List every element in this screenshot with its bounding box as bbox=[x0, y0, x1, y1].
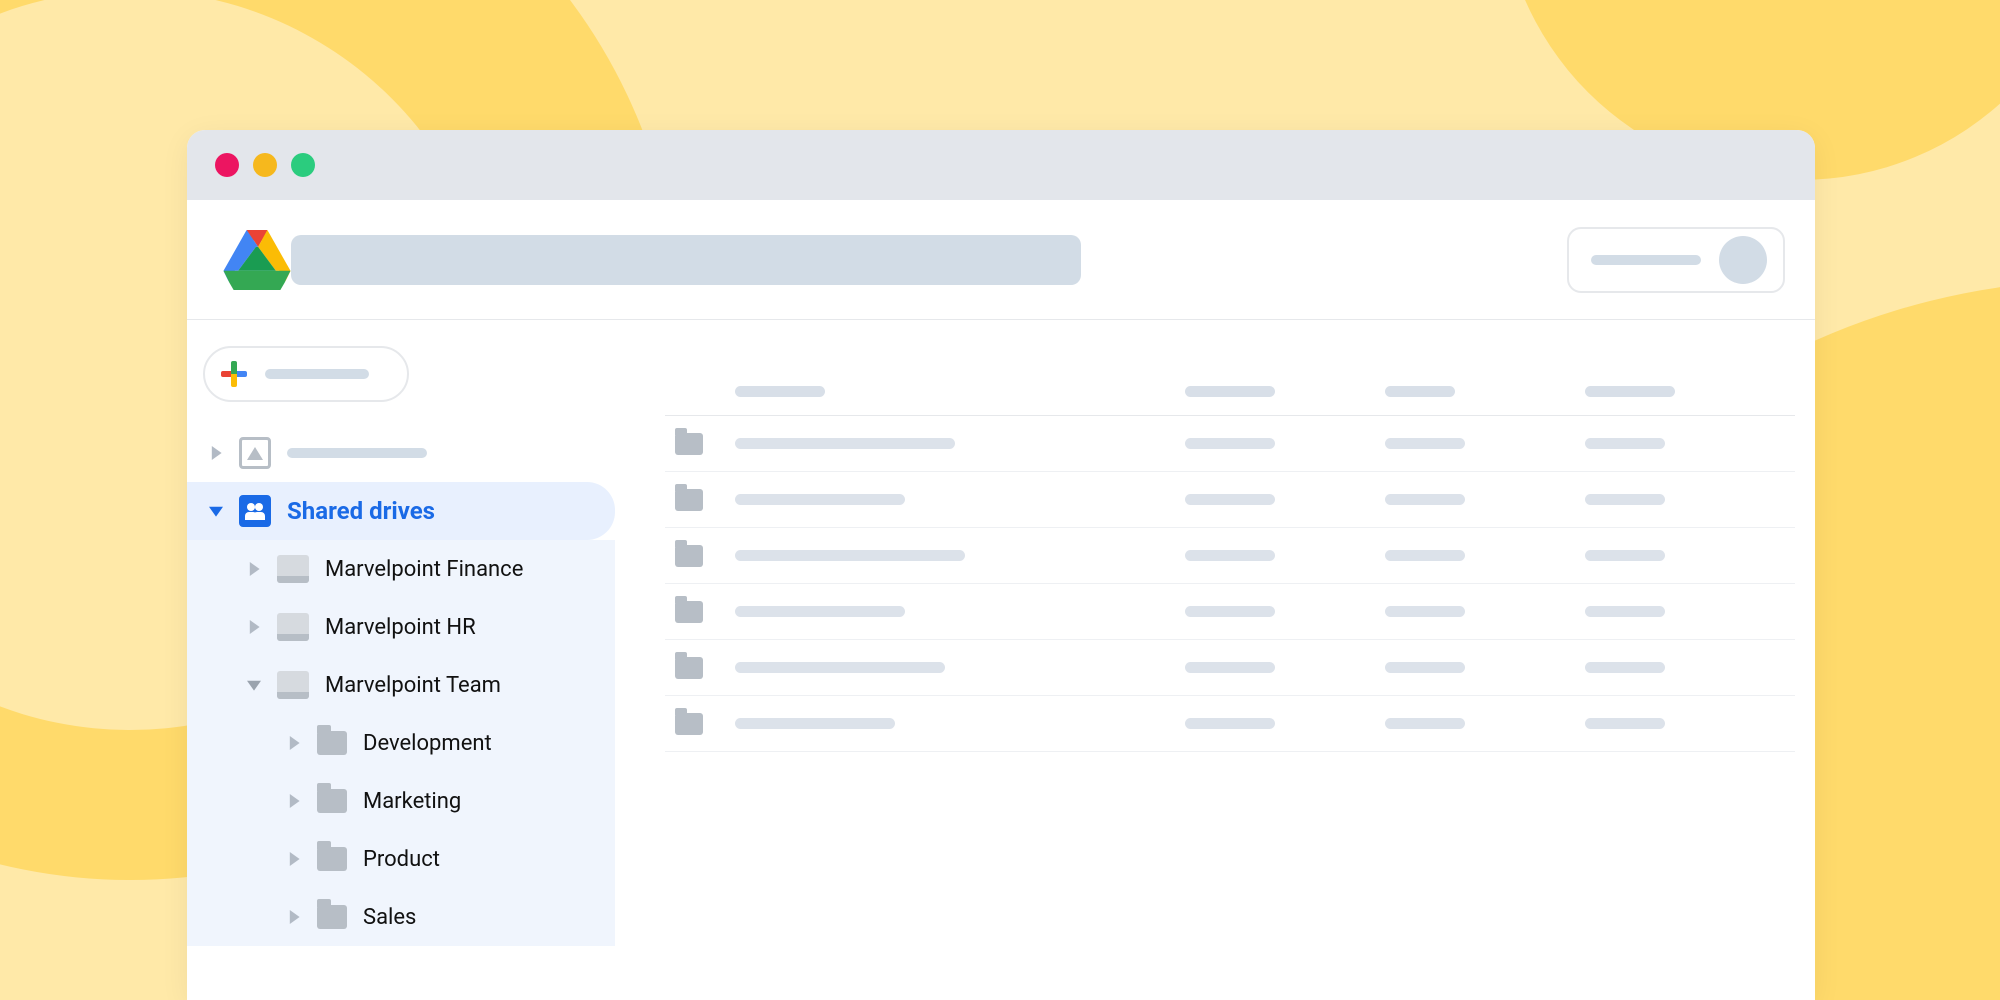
table-row[interactable] bbox=[665, 472, 1795, 528]
sidebar-item-label: Sales bbox=[363, 905, 416, 930]
app-header bbox=[187, 200, 1815, 320]
table-row[interactable] bbox=[665, 416, 1795, 472]
cell-placeholder bbox=[1385, 494, 1465, 505]
cell-placeholder bbox=[735, 606, 905, 617]
folder-icon bbox=[317, 731, 347, 755]
folder-icon bbox=[675, 713, 703, 735]
cell-placeholder bbox=[1585, 718, 1665, 729]
new-button[interactable] bbox=[203, 346, 409, 402]
table-row[interactable] bbox=[665, 696, 1795, 752]
table-header bbox=[665, 368, 1795, 416]
folder-icon bbox=[675, 601, 703, 623]
shared-drive-icon bbox=[277, 671, 309, 699]
sidebar-item-label: Shared drives bbox=[287, 497, 435, 525]
sidebar-item-label: Marvelpoint HR bbox=[325, 615, 476, 640]
sidebar-item-mydrive[interactable] bbox=[187, 424, 615, 482]
shared-drive-icon bbox=[277, 555, 309, 583]
shared-drives-children: Marvelpoint Finance Marvelpoint HR bbox=[187, 540, 615, 946]
cell-placeholder bbox=[1185, 438, 1275, 449]
expand-caret-icon[interactable] bbox=[281, 852, 307, 866]
sidebar-item-label: Development bbox=[363, 731, 492, 756]
table-row[interactable] bbox=[665, 528, 1795, 584]
window-close-button[interactable] bbox=[215, 153, 239, 177]
cell-placeholder bbox=[1585, 494, 1665, 505]
expand-caret-icon[interactable] bbox=[281, 794, 307, 808]
expand-caret-icon[interactable] bbox=[241, 562, 267, 576]
window-titlebar bbox=[187, 130, 1815, 200]
cell-placeholder bbox=[1585, 606, 1665, 617]
cell-placeholder bbox=[1585, 438, 1665, 449]
cell-placeholder bbox=[1185, 662, 1275, 673]
sidebar-item-label: Marketing bbox=[363, 789, 461, 814]
browser-window: Shared drives Marvelpoint Finance bbox=[187, 130, 1815, 1000]
account-menu[interactable] bbox=[1567, 227, 1785, 293]
sidebar-folder-development[interactable]: Development bbox=[187, 714, 615, 772]
sidebar-drive-hr[interactable]: Marvelpoint HR bbox=[187, 598, 615, 656]
cell-placeholder bbox=[1185, 494, 1275, 505]
folder-icon bbox=[675, 545, 703, 567]
sidebar-folder-product[interactable]: Product bbox=[187, 830, 615, 888]
cell-placeholder bbox=[735, 718, 895, 729]
cell-placeholder bbox=[1185, 606, 1275, 617]
cell-placeholder bbox=[1385, 550, 1465, 561]
drive-logo-icon bbox=[223, 230, 291, 290]
column-header-placeholder bbox=[1185, 386, 1275, 397]
sidebar: Shared drives Marvelpoint Finance bbox=[187, 320, 615, 1000]
sidebar-item-label: Product bbox=[363, 847, 440, 872]
column-header-placeholder bbox=[735, 386, 825, 397]
expand-caret-icon[interactable] bbox=[281, 910, 307, 924]
account-label-placeholder bbox=[1591, 255, 1701, 265]
shared-drives-icon bbox=[239, 495, 271, 527]
cell-placeholder bbox=[1385, 606, 1465, 617]
column-header-placeholder bbox=[1585, 386, 1675, 397]
nav-tree: Shared drives Marvelpoint Finance bbox=[187, 424, 615, 946]
shared-drive-icon bbox=[277, 613, 309, 641]
collapse-caret-icon[interactable] bbox=[241, 678, 267, 692]
drive-icon bbox=[239, 437, 271, 469]
folder-icon bbox=[317, 847, 347, 871]
cell-placeholder bbox=[735, 550, 965, 561]
expand-caret-icon[interactable] bbox=[241, 620, 267, 634]
folder-icon bbox=[317, 789, 347, 813]
folder-icon bbox=[317, 905, 347, 929]
cell-placeholder bbox=[1385, 662, 1465, 673]
cell-placeholder bbox=[1585, 662, 1665, 673]
sidebar-item-label: Marvelpoint Team bbox=[325, 673, 501, 698]
expand-caret-icon[interactable] bbox=[281, 736, 307, 750]
sidebar-drive-team[interactable]: Marvelpoint Team bbox=[187, 656, 615, 714]
file-list bbox=[615, 320, 1815, 1000]
cell-placeholder bbox=[735, 494, 905, 505]
sidebar-folder-sales[interactable]: Sales bbox=[187, 888, 615, 946]
column-header-placeholder bbox=[1385, 386, 1455, 397]
cell-placeholder bbox=[1585, 550, 1665, 561]
app-body: Shared drives Marvelpoint Finance bbox=[187, 320, 1815, 1000]
avatar bbox=[1719, 236, 1767, 284]
cell-placeholder bbox=[1185, 550, 1275, 561]
sidebar-drive-finance[interactable]: Marvelpoint Finance bbox=[187, 540, 615, 598]
sidebar-item-label-placeholder bbox=[287, 448, 427, 458]
new-button-label-placeholder bbox=[265, 369, 369, 379]
folder-icon bbox=[675, 433, 703, 455]
plus-icon bbox=[221, 361, 247, 387]
file-table bbox=[665, 368, 1795, 752]
table-row[interactable] bbox=[665, 584, 1795, 640]
window-minimize-button[interactable] bbox=[253, 153, 277, 177]
cell-placeholder bbox=[1385, 438, 1465, 449]
search-input[interactable] bbox=[291, 235, 1081, 285]
cell-placeholder bbox=[735, 438, 955, 449]
window-zoom-button[interactable] bbox=[291, 153, 315, 177]
expand-caret-icon[interactable] bbox=[203, 446, 229, 460]
cell-placeholder bbox=[1185, 718, 1275, 729]
sidebar-item-label: Marvelpoint Finance bbox=[325, 557, 523, 582]
cell-placeholder bbox=[735, 662, 945, 673]
collapse-caret-icon[interactable] bbox=[203, 504, 229, 518]
sidebar-item-shared-drives[interactable]: Shared drives bbox=[187, 482, 615, 540]
folder-icon bbox=[675, 657, 703, 679]
cell-placeholder bbox=[1385, 718, 1465, 729]
folder-icon bbox=[675, 489, 703, 511]
sidebar-folder-marketing[interactable]: Marketing bbox=[187, 772, 615, 830]
table-row[interactable] bbox=[665, 640, 1795, 696]
